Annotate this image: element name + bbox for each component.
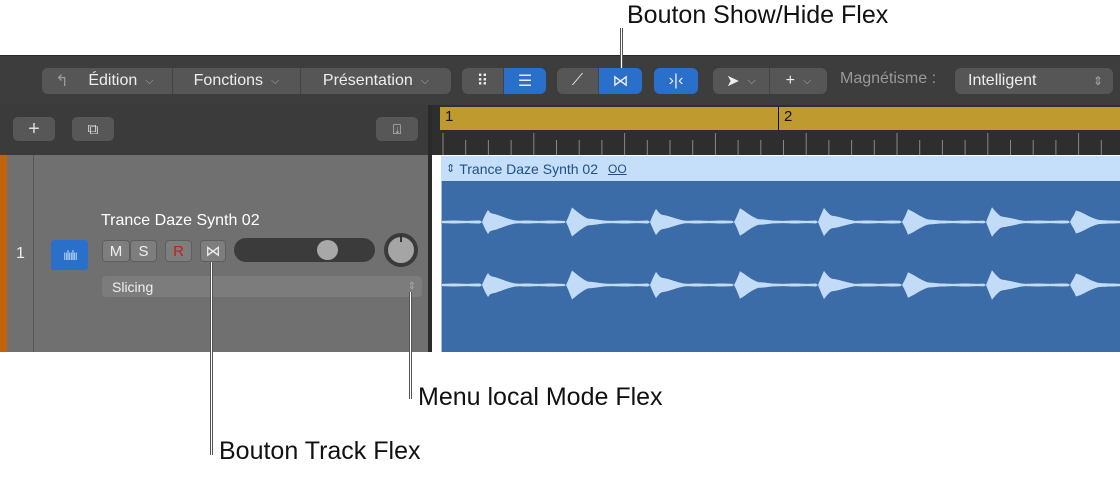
- snap-select[interactable]: Intelligent ⇕: [955, 68, 1113, 94]
- list-view-icon[interactable]: ☰: [504, 68, 546, 94]
- divider: [33, 155, 34, 352]
- track-number: 1: [16, 245, 25, 262]
- edit-menu[interactable]: Édition ⌵: [70, 68, 173, 94]
- track-color-stripe: [0, 155, 7, 352]
- ruler-ticks: [442, 133, 1102, 155]
- mute-button[interactable]: M: [102, 240, 130, 262]
- callout-track-flex: Bouton Track Flex: [219, 437, 421, 465]
- callout-flex-mode-menu: Menu local Mode Flex: [418, 383, 663, 411]
- track-flex-button[interactable]: ⋈: [200, 240, 226, 262]
- duplicate-track-button[interactable]: ⧉: [72, 117, 114, 141]
- track-header-toolbar: + ⧉ ⍗: [0, 105, 432, 155]
- import-button[interactable]: ⍗: [376, 117, 418, 141]
- playhead-marker: [778, 107, 779, 130]
- view-menu[interactable]: Présentation ⌵: [301, 68, 451, 94]
- flex-mode-menu[interactable]: Slicing ⇕: [102, 276, 422, 297]
- chevron-down-icon: ⌵: [420, 74, 430, 87]
- loop-icon: OO: [608, 161, 627, 176]
- catch-playhead-button[interactable]: ›|‹: [654, 68, 698, 94]
- menu-group: Édition ⌵ Fonctions ⌵ Présentation ⌵: [70, 68, 451, 94]
- callout-line: [409, 292, 412, 399]
- grid-view-icon[interactable]: ⠿: [462, 68, 504, 94]
- snap-label: Magnétisme :: [840, 70, 937, 87]
- callout-show-hide-flex: Bouton Show/Hide Flex: [627, 1, 889, 29]
- bar-number: 2: [784, 108, 793, 125]
- updown-chevron-icon: ⇕: [1092, 74, 1103, 88]
- waveform-channel: [442, 207, 1120, 237]
- solo-button[interactable]: S: [130, 240, 157, 262]
- volume-slider-thumb[interactable]: [317, 240, 339, 260]
- volume-slider[interactable]: [234, 238, 375, 262]
- audio-region[interactable]: [441, 156, 1120, 352]
- add-track-button[interactable]: +: [13, 117, 55, 141]
- functions-menu[interactable]: Fonctions ⌵: [173, 68, 301, 94]
- bar-ruler[interactable]: 1 2: [440, 107, 1120, 130]
- record-button[interactable]: R: [165, 240, 192, 262]
- waveform: [442, 207, 1120, 300]
- pan-knob[interactable]: [384, 233, 418, 267]
- track-name[interactable]: Trance Daze Synth 02: [101, 212, 260, 230]
- updown-chevron-icon: ⇕: [446, 163, 456, 175]
- secondary-tool-menu[interactable]: + ⌵: [770, 68, 827, 94]
- pointer-tool-menu[interactable]: ➤ ⌵: [713, 68, 770, 94]
- show-hide-flex-button[interactable]: ⋈: [599, 68, 642, 94]
- automation-icon[interactable]: ⟋: [557, 68, 599, 94]
- bar-number: 1: [445, 108, 454, 125]
- callout-line: [210, 262, 213, 455]
- audio-track-icon[interactable]: ıılıılıı: [51, 240, 88, 270]
- region-name: Trance Daze Synth 02: [459, 160, 598, 177]
- chevron-down-icon: ⌵: [271, 74, 280, 87]
- region-header[interactable]: ⇕ Trance Daze Synth 02 OO: [441, 156, 1120, 181]
- callout-line: [620, 28, 623, 68]
- updown-chevron-icon: ⇕: [407, 281, 416, 292]
- waveform-channel: [442, 270, 1120, 300]
- toolbar: ↰ Édition ⌵ Fonctions ⌵ Présentation ⌵ ⠿ ☰ …: [0, 55, 1120, 105]
- chevron-down-icon: ⌵: [145, 74, 154, 87]
